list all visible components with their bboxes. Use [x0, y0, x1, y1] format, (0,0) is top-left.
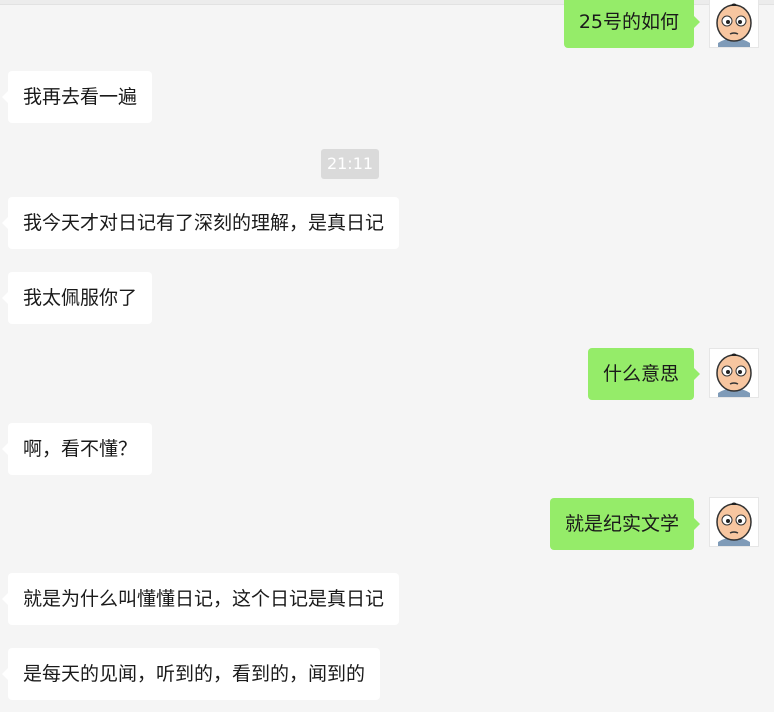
avatar-icon[interactable] — [709, 497, 759, 547]
message-bubble-outgoing[interactable]: 就是纪实文学 — [549, 498, 701, 550]
message-bubble-incoming[interactable]: 我今天才对日记有了深刻的理解，是真日记 — [1, 197, 400, 249]
avatar-icon[interactable] — [709, 348, 759, 398]
message-bubble-incoming[interactable]: 我再去看一遍 — [1, 71, 153, 123]
message-bubble-incoming[interactable]: 我太佩服你了 — [1, 272, 153, 324]
message-bubble-outgoing[interactable]: 什么意思 — [587, 348, 701, 400]
message-bubble-outgoing[interactable]: 25号的如何 — [563, 0, 701, 48]
avatar-icon[interactable] — [709, 0, 759, 48]
message-bubble-incoming[interactable]: 就是为什么叫懂懂日记，这个日记是真日记 — [1, 573, 400, 625]
timestamp: 21:11 — [321, 149, 379, 179]
message-bubble-incoming[interactable]: 是每天的见闻，听到的，看到的，闻到的 — [1, 648, 381, 700]
message-bubble-incoming[interactable]: 啊，看不懂？ — [1, 423, 153, 475]
